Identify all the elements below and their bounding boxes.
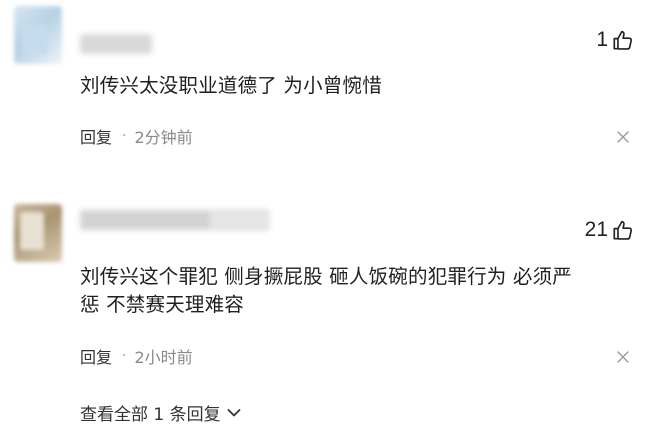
comment-item: 21 刘传兴这个罪犯 侧身撅屁股 砸人饭碗的犯罪行为 必须严 惩 不禁赛天理难容…	[0, 0, 660, 425]
close-icon[interactable]	[616, 350, 630, 364]
reply-button[interactable]: 回复	[80, 344, 112, 368]
avatar[interactable]	[14, 204, 62, 262]
meta-separator: ·	[122, 348, 127, 364]
comment-text-line: 惩 不禁赛天理难容	[80, 293, 244, 316]
comment-text: 刘传兴这个罪犯 侧身撅屁股 砸人饭碗的犯罪行为 必须严 惩 不禁赛天理难容	[80, 263, 630, 319]
username[interactable]	[80, 210, 270, 230]
like-button[interactable]: 21	[585, 218, 634, 242]
timestamp: 2小时前	[134, 348, 193, 367]
thumb-up-icon	[613, 220, 633, 240]
view-all-replies-button[interactable]: 查看全部 1 条回复	[80, 400, 241, 425]
comment-meta: 回复 · 2小时前	[80, 344, 193, 368]
like-count: 21	[584, 218, 608, 241]
chevron-down-icon	[227, 408, 241, 416]
comment-text-line: 刘传兴这个罪犯 侧身撅屁股 砸人饭碗的犯罪行为 必须严	[80, 265, 572, 288]
view-replies-label: 查看全部 1 条回复	[80, 405, 221, 425]
comment-list: 1 刘传兴太没职业道德了 为小曾惋惜 回复 · 2分钟前 21 刘传兴这个罪犯 …	[0, 0, 660, 433]
